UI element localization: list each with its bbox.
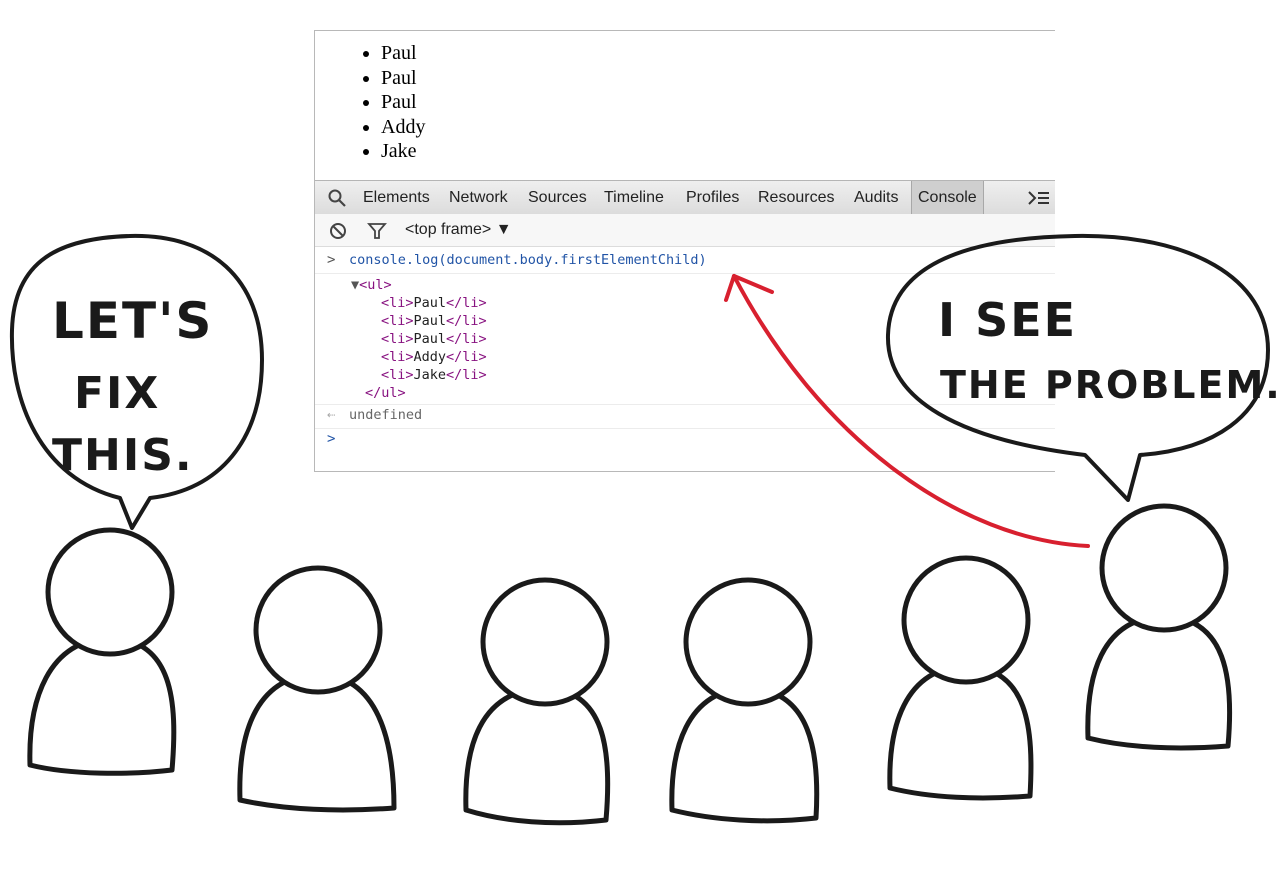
person-6-icon xyxy=(1085,503,1233,751)
person-2-icon xyxy=(237,565,397,813)
right-bubble-line-2: THE PROBLEM. xyxy=(940,363,1280,407)
person-4-icon xyxy=(669,577,820,824)
left-bubble-line-3: THIS. xyxy=(52,430,194,481)
left-bubble-line-2: FIX xyxy=(74,368,160,419)
left-bubble-line-1: LET'S xyxy=(52,292,213,350)
person-1-icon xyxy=(27,527,177,776)
cartoon-illustration: LET'S FIX THIS. I SEE THE PROBLEM. xyxy=(9,233,1280,826)
person-5-icon xyxy=(887,555,1034,801)
right-bubble-line-1: I SEE xyxy=(938,293,1077,347)
person-3-icon xyxy=(463,577,611,826)
